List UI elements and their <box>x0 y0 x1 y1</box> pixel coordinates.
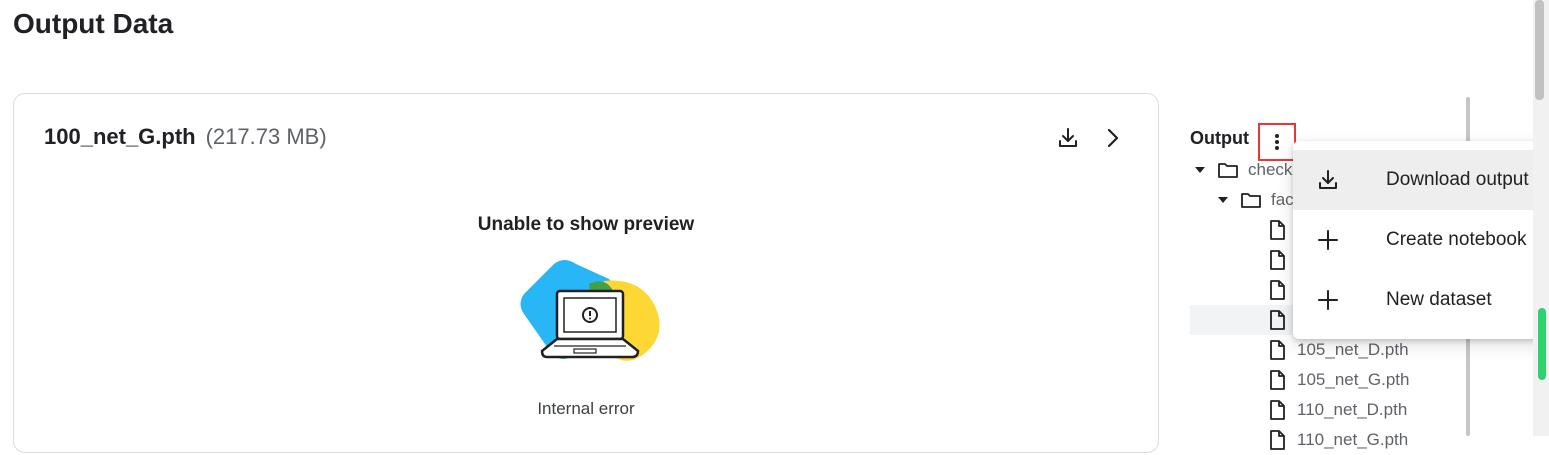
menu-item-download-output[interactable]: Download output <box>1293 150 1549 210</box>
menu-item-create-notebook[interactable]: Create notebook <box>1293 210 1549 270</box>
download-icon[interactable] <box>1056 126 1080 150</box>
page-title: Output Data <box>13 8 174 39</box>
tree-item-label: 105_net_D.pth <box>1297 340 1409 359</box>
chevron-right-icon[interactable] <box>1100 126 1124 150</box>
file-name: 100_net_G.pth <box>44 124 196 149</box>
file-icon <box>1267 250 1287 270</box>
folder-icon <box>1241 190 1261 210</box>
tree-item-label: 110_net_D.pth <box>1297 400 1408 419</box>
preview-unavailable-heading: Unable to show preview <box>477 214 695 235</box>
tree-item-label: 110_net_G.pth <box>1297 430 1409 449</box>
file-icon <box>1267 370 1287 390</box>
laptop-error-illustration <box>514 259 664 374</box>
card-actions <box>1056 126 1124 150</box>
output-options-menu: Download output Create notebook New data… <box>1293 141 1549 339</box>
menu-item-label: Create notebook <box>1386 229 1527 250</box>
caret-down-icon[interactable] <box>1217 194 1229 206</box>
plus-icon <box>1316 228 1340 252</box>
page-scrollbar[interactable] <box>1533 0 1549 436</box>
file-icon <box>1267 220 1287 240</box>
file-preview-card: 100_net_G.pth (217.73 MB) Unable to show… <box>13 93 1159 453</box>
tree-file[interactable]: 105_net_D.pth <box>1267 335 1409 365</box>
menu-item-label: Download output <box>1386 169 1529 190</box>
page-scroll-thumb[interactable] <box>1535 0 1544 100</box>
download-icon <box>1316 168 1340 192</box>
menu-item-new-dataset[interactable]: New dataset <box>1293 270 1549 330</box>
tree-file[interactable]: 110_net_G.pth <box>1267 425 1408 455</box>
output-title: Output <box>1190 128 1249 148</box>
output-header: Output <box>1190 123 1296 161</box>
file-icon <box>1267 430 1287 450</box>
scroll-progress-indicator <box>1538 308 1546 380</box>
tree-file[interactable]: 110_net_D.pth <box>1267 395 1407 425</box>
tree-item-label: 105_net_G.pth <box>1297 370 1410 389</box>
file-icon <box>1267 400 1287 420</box>
plus-icon <box>1316 288 1340 312</box>
more-vert-icon <box>1275 134 1279 150</box>
file-icon <box>1267 310 1287 330</box>
tree-file[interactable]: 105_net_G.pth <box>1267 365 1409 395</box>
caret-down-icon[interactable] <box>1194 164 1206 176</box>
folder-icon <box>1218 160 1238 180</box>
menu-item-label: New dataset <box>1386 289 1492 310</box>
file-header: 100_net_G.pth (217.73 MB) <box>44 124 327 150</box>
file-icon <box>1267 280 1287 300</box>
file-icon <box>1267 340 1287 360</box>
file-size: (217.73 MB) <box>205 124 327 149</box>
preview-error-text: Internal error <box>537 399 635 418</box>
